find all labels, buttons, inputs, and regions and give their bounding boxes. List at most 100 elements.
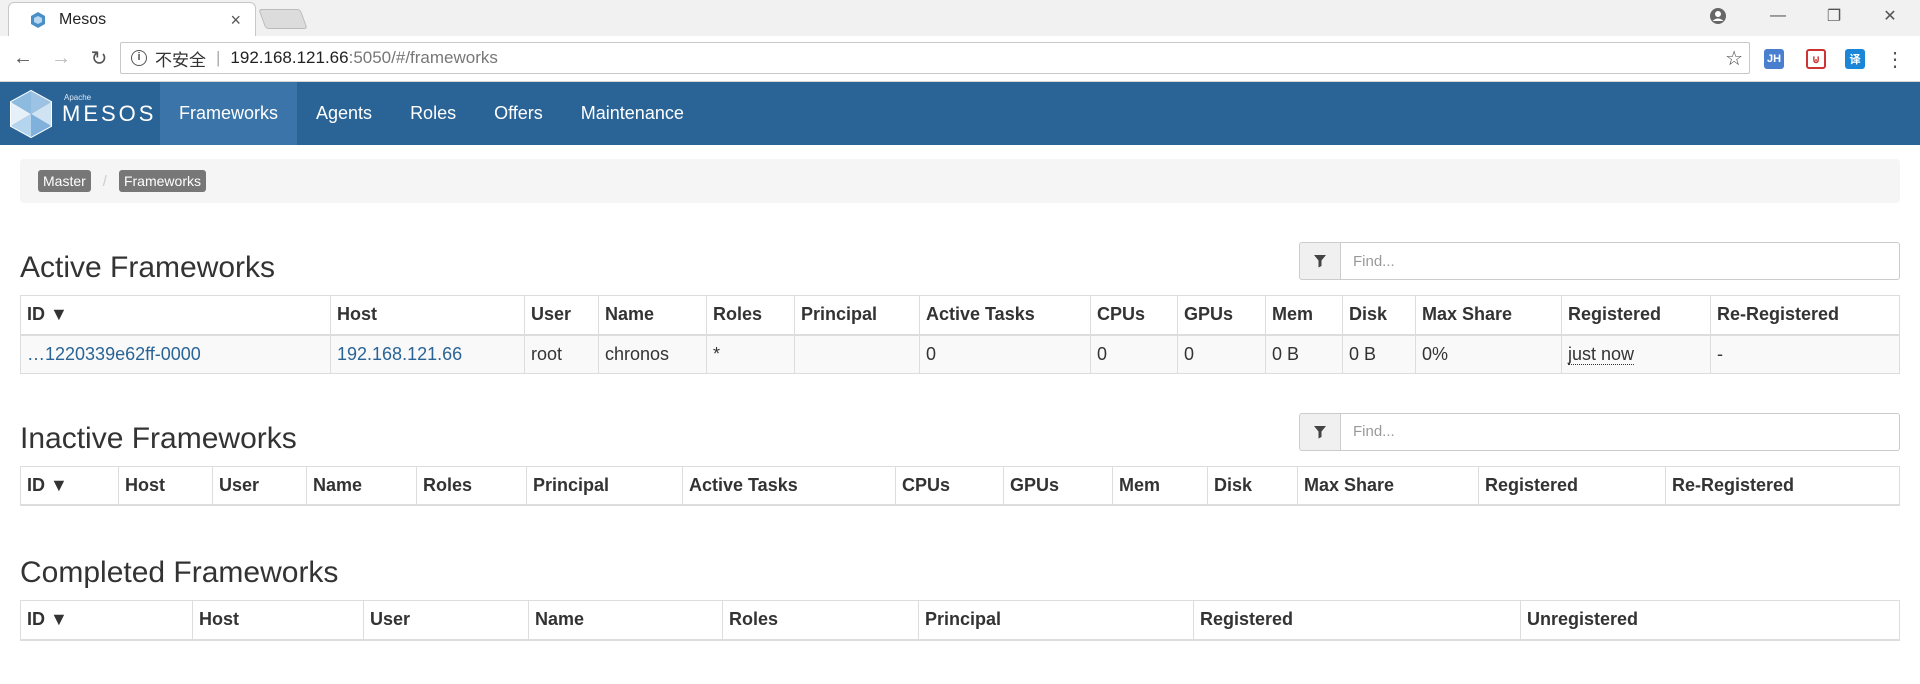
col-roles[interactable]: Roles bbox=[706, 295, 795, 336]
filter-icon[interactable] bbox=[1299, 412, 1341, 451]
table-row: …1220339e62ff-0000 192.168.121.66 root c… bbox=[20, 334, 1900, 374]
breadcrumb-master[interactable]: Master bbox=[38, 170, 91, 192]
col-registered[interactable]: Registered bbox=[1193, 600, 1521, 641]
reload-icon[interactable]: ↻ bbox=[84, 44, 114, 74]
col-name[interactable]: Name bbox=[306, 465, 417, 506]
col-name[interactable]: Name bbox=[598, 295, 707, 336]
col-gpus[interactable]: GPUs bbox=[1177, 295, 1266, 336]
url-path: :5050/#/frameworks bbox=[348, 48, 498, 67]
col-user[interactable]: User bbox=[363, 600, 529, 641]
breadcrumb: Master / Frameworks bbox=[20, 159, 1900, 203]
brand-name: MESOS bbox=[62, 100, 157, 126]
col-host[interactable]: Host bbox=[192, 600, 364, 641]
completed-frameworks-table: ID ▼ Host User Name Roles Principal Regi… bbox=[20, 600, 1900, 641]
url-host: 192.168.121.66 bbox=[230, 48, 349, 67]
forward-icon[interactable]: → bbox=[46, 44, 76, 74]
col-unregistered[interactable]: Unregistered bbox=[1520, 600, 1900, 641]
breadcrumb-frameworks[interactable]: Frameworks bbox=[118, 170, 206, 192]
col-host[interactable]: Host bbox=[118, 465, 213, 506]
col-active-tasks[interactable]: Active Tasks bbox=[682, 465, 896, 506]
url-insecure-label: 不安全 bbox=[155, 50, 206, 70]
col-gpus[interactable]: GPUs bbox=[1003, 465, 1113, 506]
close-window-icon[interactable]: ✕ bbox=[1862, 0, 1918, 32]
cell-active-tasks: 0 bbox=[919, 334, 1091, 374]
col-cpus[interactable]: CPUs bbox=[1090, 295, 1178, 336]
col-mem[interactable]: Mem bbox=[1265, 295, 1343, 336]
mesos-logo-icon bbox=[10, 89, 52, 138]
cell-user: root bbox=[524, 334, 599, 374]
address-bar: ← → ↻ i 不安全 | 192.168.121.66:5050/#/fram… bbox=[0, 36, 1920, 82]
cell-roles: * bbox=[706, 334, 795, 374]
col-roles[interactable]: Roles bbox=[416, 465, 527, 506]
brand-apache-label: Apache bbox=[64, 92, 92, 102]
nav-maintenance[interactable]: Maintenance bbox=[562, 82, 703, 145]
completed-frameworks-title: Completed Frameworks bbox=[20, 556, 339, 589]
col-disk[interactable]: Disk bbox=[1207, 465, 1298, 506]
cell-gpus: 0 bbox=[1177, 334, 1266, 374]
col-user[interactable]: User bbox=[524, 295, 599, 336]
completed-frameworks-section: Completed Frameworks ID ▼ Host User Name… bbox=[20, 556, 1900, 641]
browser-tabstrip: Mesos × — ❐ ✕ bbox=[0, 0, 1920, 36]
nav-roles[interactable]: Roles bbox=[391, 82, 475, 145]
col-registered[interactable]: Registered bbox=[1561, 295, 1711, 336]
translate-extension-icon[interactable]: 译 bbox=[1845, 49, 1865, 69]
inactive-find-box: Find... bbox=[1299, 412, 1900, 451]
minimize-icon[interactable]: — bbox=[1750, 0, 1806, 32]
tab-title: Mesos bbox=[59, 10, 107, 28]
cell-registered: just now bbox=[1568, 343, 1635, 365]
restore-icon[interactable]: ❐ bbox=[1806, 0, 1862, 32]
col-mem[interactable]: Mem bbox=[1112, 465, 1208, 506]
bookmark-star-icon[interactable]: ☆ bbox=[1725, 46, 1743, 71]
col-max-share[interactable]: Max Share bbox=[1415, 295, 1562, 336]
col-active-tasks[interactable]: Active Tasks bbox=[919, 295, 1091, 336]
col-max-share[interactable]: Max Share bbox=[1297, 465, 1479, 506]
col-re-registered[interactable]: Re-Registered bbox=[1710, 295, 1900, 336]
cell-max-share: 0% bbox=[1415, 334, 1562, 374]
cell-re-registered: - bbox=[1710, 334, 1900, 374]
col-principal[interactable]: Principal bbox=[918, 600, 1194, 641]
profile-icon[interactable] bbox=[1690, 0, 1746, 32]
url-field[interactable]: i 不安全 | 192.168.121.66:5050/#/frameworks… bbox=[120, 42, 1750, 74]
mesos-favicon-icon bbox=[31, 11, 45, 28]
col-id[interactable]: ID ▼ bbox=[20, 600, 193, 641]
url-separator: | bbox=[216, 48, 221, 67]
tab-close-icon[interactable]: × bbox=[230, 10, 241, 31]
cell-name: chronos bbox=[598, 334, 707, 374]
col-disk[interactable]: Disk bbox=[1342, 295, 1416, 336]
inactive-find-input[interactable]: Find... bbox=[1341, 412, 1900, 451]
framework-host-link[interactable]: 192.168.121.66 bbox=[337, 344, 462, 364]
table-header-row: ID ▼ Host User Name Roles Principal Regi… bbox=[20, 600, 1900, 641]
col-host[interactable]: Host bbox=[330, 295, 525, 336]
mesos-brand[interactable]: Apache MESOS bbox=[0, 82, 160, 145]
col-roles[interactable]: Roles bbox=[722, 600, 919, 641]
col-re-registered[interactable]: Re-Registered bbox=[1665, 465, 1900, 506]
new-tab-button[interactable] bbox=[258, 9, 308, 29]
col-cpus[interactable]: CPUs bbox=[895, 465, 1004, 506]
browser-tab[interactable]: Mesos × bbox=[8, 2, 256, 36]
active-find-input[interactable]: Find... bbox=[1341, 242, 1900, 280]
col-registered[interactable]: Registered bbox=[1478, 465, 1666, 506]
nav-agents[interactable]: Agents bbox=[297, 82, 391, 145]
col-principal[interactable]: Principal bbox=[526, 465, 683, 506]
table-header-row: ID ▼ Host User Name Roles Principal Acti… bbox=[20, 465, 1900, 506]
cell-mem: 0 B bbox=[1265, 334, 1343, 374]
cell-cpus: 0 bbox=[1090, 334, 1178, 374]
extension-jh-icon[interactable]: JH bbox=[1764, 49, 1784, 69]
nav-offers[interactable]: Offers bbox=[475, 82, 562, 145]
col-principal[interactable]: Principal bbox=[794, 295, 920, 336]
breadcrumb-separator: / bbox=[102, 172, 107, 190]
back-icon[interactable]: ← bbox=[8, 44, 38, 74]
filter-icon[interactable] bbox=[1299, 242, 1341, 280]
col-user[interactable]: User bbox=[212, 465, 307, 506]
col-id[interactable]: ID ▼ bbox=[20, 295, 331, 336]
nav-frameworks[interactable]: Frameworks bbox=[160, 82, 298, 145]
col-id[interactable]: ID ▼ bbox=[20, 465, 119, 506]
site-info-icon[interactable]: i bbox=[131, 50, 147, 66]
col-name[interactable]: Name bbox=[528, 600, 723, 641]
cell-disk: 0 B bbox=[1342, 334, 1416, 374]
active-frameworks-section: Find... Active Frameworks ID ▼ Host User… bbox=[20, 242, 1900, 374]
framework-id-link[interactable]: …1220339e62ff-0000 bbox=[27, 344, 201, 364]
browser-menu-icon[interactable]: ⋮ bbox=[1880, 44, 1910, 74]
pocket-extension-icon[interactable]: ⊍ bbox=[1806, 49, 1826, 69]
inactive-frameworks-table: ID ▼ Host User Name Roles Principal Acti… bbox=[20, 465, 1900, 506]
